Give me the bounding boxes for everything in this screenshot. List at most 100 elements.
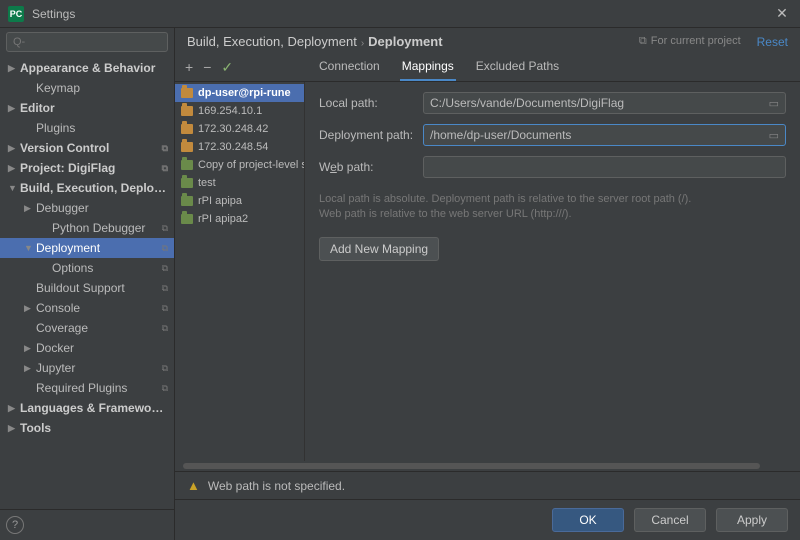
server-item[interactable]: dp-user@rpi-rune	[175, 84, 304, 102]
sidebar-item[interactable]: ▶Project: DigiFlag⧉	[0, 158, 174, 178]
server-label: rPI apipa2	[198, 213, 248, 225]
web-path-input[interactable]	[430, 160, 781, 174]
sidebar-item[interactable]: ▶Debugger	[0, 198, 174, 218]
close-icon[interactable]: ✕	[772, 5, 792, 22]
sidebar-item[interactable]: Options⧉	[0, 258, 174, 278]
server-item[interactable]: rPI apipa	[175, 192, 304, 210]
sidebar-item-label: Coverage	[36, 321, 158, 335]
search-input[interactable]	[6, 32, 168, 52]
pin-icon: ⧉	[162, 303, 168, 314]
pin-icon: ⧉	[162, 323, 168, 334]
server-item[interactable]: rPI apipa2	[175, 210, 304, 228]
sidebar-item-label: Plugins	[36, 121, 168, 135]
sidebar-item[interactable]: ▶Docker	[0, 338, 174, 358]
sidebar-item[interactable]: Keymap	[0, 78, 174, 98]
remove-server-button[interactable]: −	[203, 60, 211, 74]
sidebar-item-label: Deployment	[36, 241, 158, 255]
sidebar-item[interactable]: ▶Jupyter ⧉	[0, 358, 174, 378]
breadcrumb: Build, Execution, Deployment›Deployment	[187, 34, 639, 49]
sidebar-item-label: Options	[52, 261, 158, 275]
folder-icon	[181, 88, 193, 98]
server-item[interactable]: 172.30.248.42	[175, 120, 304, 138]
sidebar-item-label: Keymap	[36, 81, 168, 95]
pin-icon: ⧉	[162, 143, 168, 154]
sidebar-item[interactable]: ▼Build, Execution, Deployment	[0, 178, 174, 198]
reset-link[interactable]: Reset	[757, 35, 788, 49]
set-default-button[interactable]: ✓	[221, 60, 233, 74]
chevron-icon: ▶	[24, 203, 34, 214]
server-item[interactable]: Copy of project-level serv	[175, 156, 304, 174]
pin-icon: ⧉	[162, 283, 168, 294]
folder-icon	[181, 160, 193, 170]
browse-icon[interactable]: ▭	[767, 129, 781, 142]
folder-icon	[181, 214, 193, 224]
sidebar-item-label: Jupyter	[36, 361, 158, 375]
scrollbar[interactable]	[183, 463, 760, 469]
sidebar-item[interactable]: ▶Editor	[0, 98, 174, 118]
sidebar-item-label: Python Debugger	[52, 221, 158, 235]
chevron-icon: ▶	[8, 163, 18, 174]
hint-text: Local path is absolute. Deployment path …	[319, 192, 786, 223]
sidebar-item-label: Docker	[36, 341, 168, 355]
sidebar-item[interactable]: Required Plugins ⧉	[0, 378, 174, 398]
browse-icon[interactable]: ▭	[767, 97, 781, 110]
chevron-icon: ▶	[24, 343, 34, 354]
sidebar-item[interactable]: ▶Appearance & Behavior	[0, 58, 174, 78]
pin-icon: ⧉	[639, 35, 647, 47]
help-button[interactable]: ?	[6, 516, 24, 534]
sidebar-item[interactable]: Plugins	[0, 118, 174, 138]
chevron-icon: ▼	[8, 183, 18, 193]
tab-mappings[interactable]: Mappings	[400, 53, 456, 81]
warning-text: Web path is not specified.	[208, 479, 345, 493]
folder-icon	[181, 142, 193, 152]
tabs: Connection Mappings Excluded Paths	[305, 53, 573, 81]
apply-button[interactable]: Apply	[716, 508, 788, 532]
scope-label: ⧉For current project	[639, 35, 741, 48]
folder-icon	[181, 106, 193, 116]
folder-icon	[181, 124, 193, 134]
sidebar-item[interactable]: ▶Version Control⧉	[0, 138, 174, 158]
sidebar-item[interactable]: Python Debugger⧉	[0, 218, 174, 238]
deployment-path-field[interactable]: ▭	[423, 124, 786, 146]
local-path-input[interactable]	[430, 96, 767, 110]
sidebar-item-label: Appearance & Behavior	[20, 61, 168, 75]
pin-icon: ⧉	[162, 363, 168, 374]
chevron-icon: ▶	[8, 63, 18, 74]
chevron-icon: ▶	[24, 303, 34, 314]
chevron-icon: ▶	[24, 363, 34, 374]
folder-icon	[181, 196, 193, 206]
deployment-path-label: Deployment path:	[319, 128, 415, 142]
sidebar-item[interactable]: Buildout Support⧉	[0, 278, 174, 298]
warning-icon: ▲	[187, 478, 200, 493]
web-path-field[interactable]	[423, 156, 786, 178]
sidebar-item-label: Required Plugins	[36, 381, 158, 395]
sidebar-item[interactable]: ▶Tools	[0, 418, 174, 438]
local-path-field[interactable]: ▭	[423, 92, 786, 114]
settings-tree: ▶Appearance & BehaviorKeymap▶EditorPlugi…	[0, 56, 174, 509]
local-path-label: Local path:	[319, 96, 415, 110]
deployment-path-input[interactable]	[430, 128, 767, 142]
chevron-icon: ▶	[8, 103, 18, 114]
cancel-button[interactable]: Cancel	[634, 508, 706, 532]
sidebar-item-label: Tools	[20, 421, 168, 435]
chevron-icon: ▶	[8, 403, 18, 414]
sidebar-item[interactable]: ▶Console⧉	[0, 298, 174, 318]
pin-icon: ⧉	[162, 383, 168, 394]
chevron-icon: ▼	[24, 243, 34, 253]
tab-excluded-paths[interactable]: Excluded Paths	[474, 53, 561, 81]
server-label: dp-user@rpi-rune	[198, 87, 291, 99]
server-label: 172.30.248.42	[198, 123, 268, 135]
sidebar-item[interactable]: Coverage ⧉	[0, 318, 174, 338]
server-item[interactable]: 172.30.248.54	[175, 138, 304, 156]
sidebar-item[interactable]: ▼Deployment⧉	[0, 238, 174, 258]
tab-connection[interactable]: Connection	[317, 53, 382, 81]
add-server-button[interactable]: +	[185, 60, 193, 74]
server-label: 172.30.248.54	[198, 141, 268, 153]
ok-button[interactable]: OK	[552, 508, 624, 532]
server-item[interactable]: 169.254.10.1	[175, 102, 304, 120]
sidebar-item[interactable]: ▶Languages & Frameworks	[0, 398, 174, 418]
server-label: rPI apipa	[198, 195, 242, 207]
sidebar-item-label: Debugger	[36, 201, 168, 215]
server-item[interactable]: test	[175, 174, 304, 192]
add-mapping-button[interactable]: Add New Mapping	[319, 237, 439, 261]
